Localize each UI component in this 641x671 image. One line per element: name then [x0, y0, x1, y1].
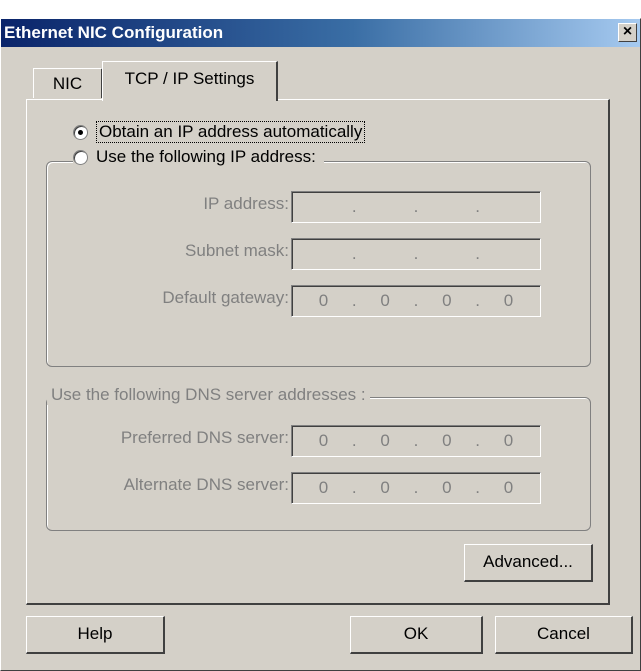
gateway-octet-3[interactable]: 0: [432, 291, 462, 311]
alternate-dns-label: Alternate DNS server:: [123, 475, 289, 494]
subnet-mask-field[interactable]: . . .: [291, 238, 541, 270]
ip-address-field[interactable]: . . .: [291, 191, 541, 223]
gateway-octet-2[interactable]: 0: [370, 291, 400, 311]
help-button[interactable]: Help: [26, 616, 165, 654]
dialog-window: Ethernet NIC Configuration × NIC TCP / I…: [0, 18, 641, 671]
ip-address-label: IP address:: [203, 194, 289, 213]
preferred-dns-label: Preferred DNS server:: [120, 428, 289, 447]
preferred-dns-octet-1[interactable]: 0: [308, 431, 338, 451]
subnet-mask-label: Subnet mask:: [185, 241, 289, 260]
gateway-octet-4[interactable]: 0: [493, 291, 523, 311]
title-bar[interactable]: Ethernet NIC Configuration ×: [1, 19, 640, 47]
radio-selected-dot: [78, 129, 83, 135]
gateway-octet-1[interactable]: 0: [308, 291, 338, 311]
ok-button[interactable]: OK: [350, 616, 483, 654]
close-button[interactable]: ×: [618, 23, 637, 42]
cancel-button[interactable]: Cancel: [495, 616, 633, 654]
use-following-ip-label: Use the following IP address:: [96, 147, 316, 166]
preferred-dns-field[interactable]: 0. 0. 0. 0: [291, 425, 541, 457]
tab-nic[interactable]: NIC: [33, 68, 103, 98]
alternate-dns-octet-3[interactable]: 0: [432, 478, 462, 498]
radio-button-selected[interactable]: [73, 124, 88, 140]
preferred-dns-octet-2[interactable]: 0: [370, 431, 400, 451]
obtain-ip-auto-label: Obtain an IP address automatically: [96, 121, 366, 143]
alternate-dns-octet-1[interactable]: 0: [308, 478, 338, 498]
default-gateway-field[interactable]: 0. 0. 0. 0: [291, 285, 541, 317]
radio-button-unselected[interactable]: [73, 149, 88, 165]
default-gateway-label: Default gateway:: [162, 288, 289, 307]
radio-obtain-ip-auto[interactable]: Obtain an IP address automatically: [73, 121, 366, 143]
close-icon: ×: [622, 23, 633, 40]
dns-group: [46, 397, 591, 531]
dns-group-legend: Use the following DNS server addresses :: [47, 385, 370, 405]
window-title: Ethernet NIC Configuration: [4, 23, 224, 42]
preferred-dns-octet-3[interactable]: 0: [432, 431, 462, 451]
radio-use-following-ip[interactable]: Use the following IP address:: [73, 147, 324, 167]
alternate-dns-field[interactable]: 0. 0. 0. 0: [291, 472, 541, 504]
alternate-dns-octet-2[interactable]: 0: [370, 478, 400, 498]
alternate-dns-octet-4[interactable]: 0: [493, 478, 523, 498]
tab-tcp-ip-settings[interactable]: TCP / IP Settings: [102, 61, 278, 101]
advanced-button[interactable]: Advanced...: [464, 544, 593, 582]
preferred-dns-octet-4[interactable]: 0: [493, 431, 523, 451]
tcp-ip-settings-panel: Obtain an IP address automatically Use t…: [26, 99, 610, 605]
